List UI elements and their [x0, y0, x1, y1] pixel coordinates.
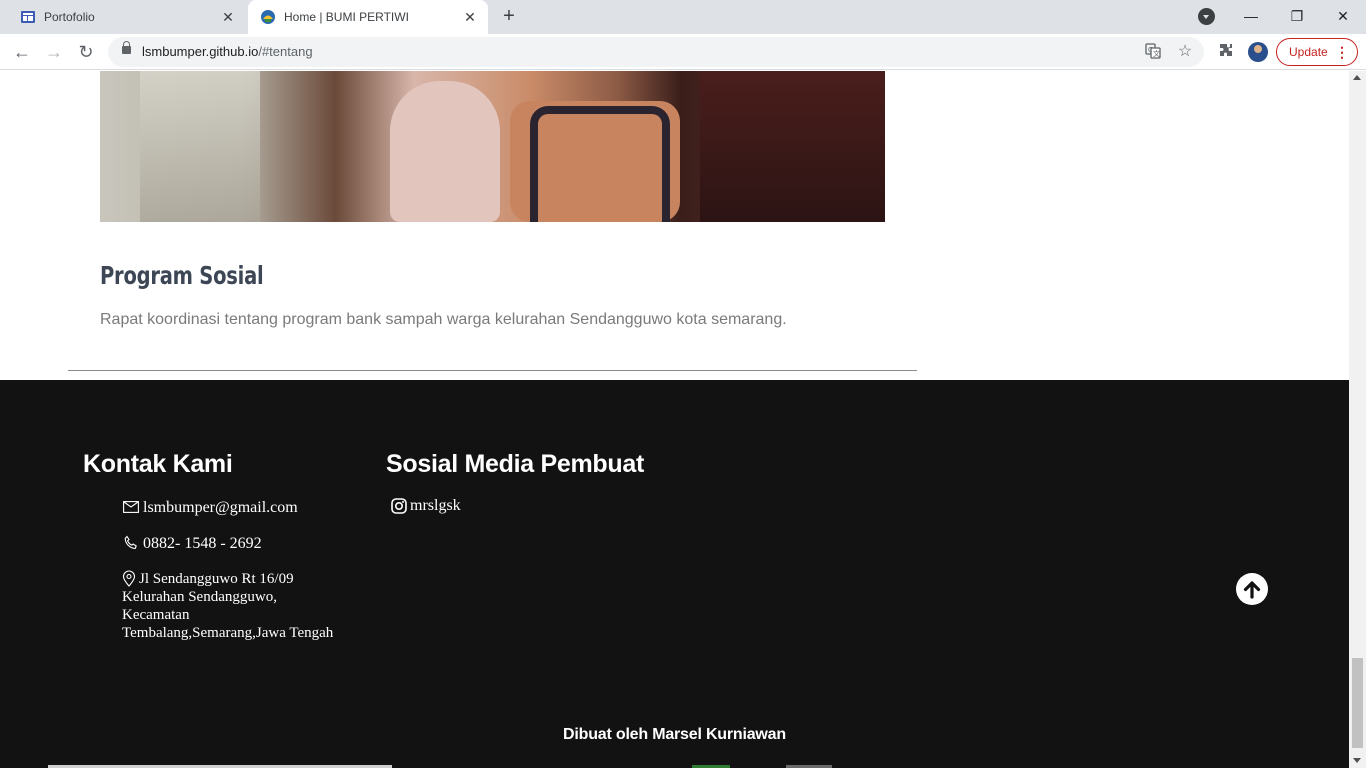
map-pin-icon: [122, 570, 138, 587]
contact-address: Jl Sendangguwo Rt 16/09 Kelurahan Sendan…: [122, 570, 357, 642]
address-line: Kecamatan: [122, 607, 190, 623]
update-label: Update: [1289, 45, 1328, 59]
profile-avatar[interactable]: [1248, 42, 1268, 62]
update-button[interactable]: Update ⋮: [1276, 38, 1358, 66]
back-button[interactable]: ←: [10, 40, 34, 64]
tab-portofolio[interactable]: Portofolio ✕: [8, 0, 246, 34]
program-photo: [100, 71, 885, 222]
email-text[interactable]: lsmbumper@gmail.com: [143, 499, 298, 517]
program-description: Rapat koordinasi tentang program bank sa…: [100, 311, 787, 328]
social-heading: Sosial Media Pembuat: [386, 450, 644, 478]
page-scrollbar[interactable]: [1349, 71, 1366, 768]
envelope-icon: [122, 499, 140, 515]
tab-search-icon[interactable]: [1198, 8, 1215, 25]
extensions-icon[interactable]: [1216, 42, 1236, 62]
site-logo-icon: [260, 9, 276, 25]
lock-icon[interactable]: [122, 41, 131, 54]
forward-button[interactable]: →: [42, 40, 66, 64]
tab-title: Portofolio: [44, 10, 95, 24]
section-divider: [68, 370, 917, 371]
scroll-thumb[interactable]: [1352, 658, 1363, 748]
browser-menu-icon[interactable]: ⋮: [1335, 43, 1349, 61]
browser-toolbar: ← → ↻ lsmbumper.github.io/#tentang G文 ☆ …: [0, 34, 1366, 70]
scroll-up-arrow[interactable]: [1353, 75, 1361, 80]
bookmark-star-icon[interactable]: ☆: [1176, 43, 1194, 61]
translate-icon[interactable]: G文: [1144, 43, 1162, 61]
url-text[interactable]: lsmbumper.github.io/#tentang: [142, 44, 313, 59]
phone-icon: [122, 535, 140, 551]
tab-strip: Portofolio ✕ Home | BUMI PERTIWI ✕ + — ❐…: [0, 0, 1366, 34]
close-window-button[interactable]: ✕: [1320, 0, 1366, 32]
minimize-button[interactable]: —: [1228, 0, 1274, 32]
restore-button[interactable]: ❐: [1274, 0, 1320, 32]
program-title: Program Sosial: [100, 261, 264, 290]
phone-text[interactable]: 0882- 1548 - 2692: [143, 535, 262, 553]
close-tab-icon[interactable]: ✕: [216, 9, 240, 26]
contact-phone[interactable]: 0882- 1548 - 2692: [122, 535, 262, 553]
instagram-link[interactable]: mrslgsk: [391, 497, 461, 515]
instagram-icon: [391, 498, 407, 514]
instagram-handle[interactable]: mrslgsk: [410, 497, 461, 515]
address-line: Jl Sendangguwo Rt 16/09: [139, 571, 294, 587]
tab-title: Home | BUMI PERTIWI: [284, 10, 409, 24]
scroll-down-arrow[interactable]: [1353, 758, 1361, 763]
new-tab-button[interactable]: +: [498, 6, 520, 28]
reload-button[interactable]: ↻: [74, 40, 98, 64]
footer: Kontak Kami Sosial Media Pembuat lsmbump…: [0, 380, 1349, 768]
tab-home-bumi-pertiwi[interactable]: Home | BUMI PERTIWI ✕: [248, 0, 488, 34]
address-bar[interactable]: lsmbumper.github.io/#tentang G文 ☆: [108, 37, 1204, 67]
address-line: Kelurahan Sendangguwo,: [122, 589, 277, 605]
footer-credit: Dibuat oleh Marsel Kurniawan: [563, 726, 786, 743]
address-line: Tembalang,Semarang,Jawa Tengah: [122, 625, 334, 641]
contact-email[interactable]: lsmbumper@gmail.com: [122, 499, 298, 517]
back-to-top-button[interactable]: [1236, 573, 1268, 605]
svg-text:文: 文: [1153, 49, 1160, 58]
page-viewport: Program Sosial Rapat koordinasi tentang …: [0, 71, 1349, 768]
page-layout-icon: [20, 9, 36, 25]
contact-heading: Kontak Kami: [83, 450, 233, 478]
close-tab-icon[interactable]: ✕: [458, 9, 482, 26]
arrow-up-icon: [1243, 581, 1261, 599]
